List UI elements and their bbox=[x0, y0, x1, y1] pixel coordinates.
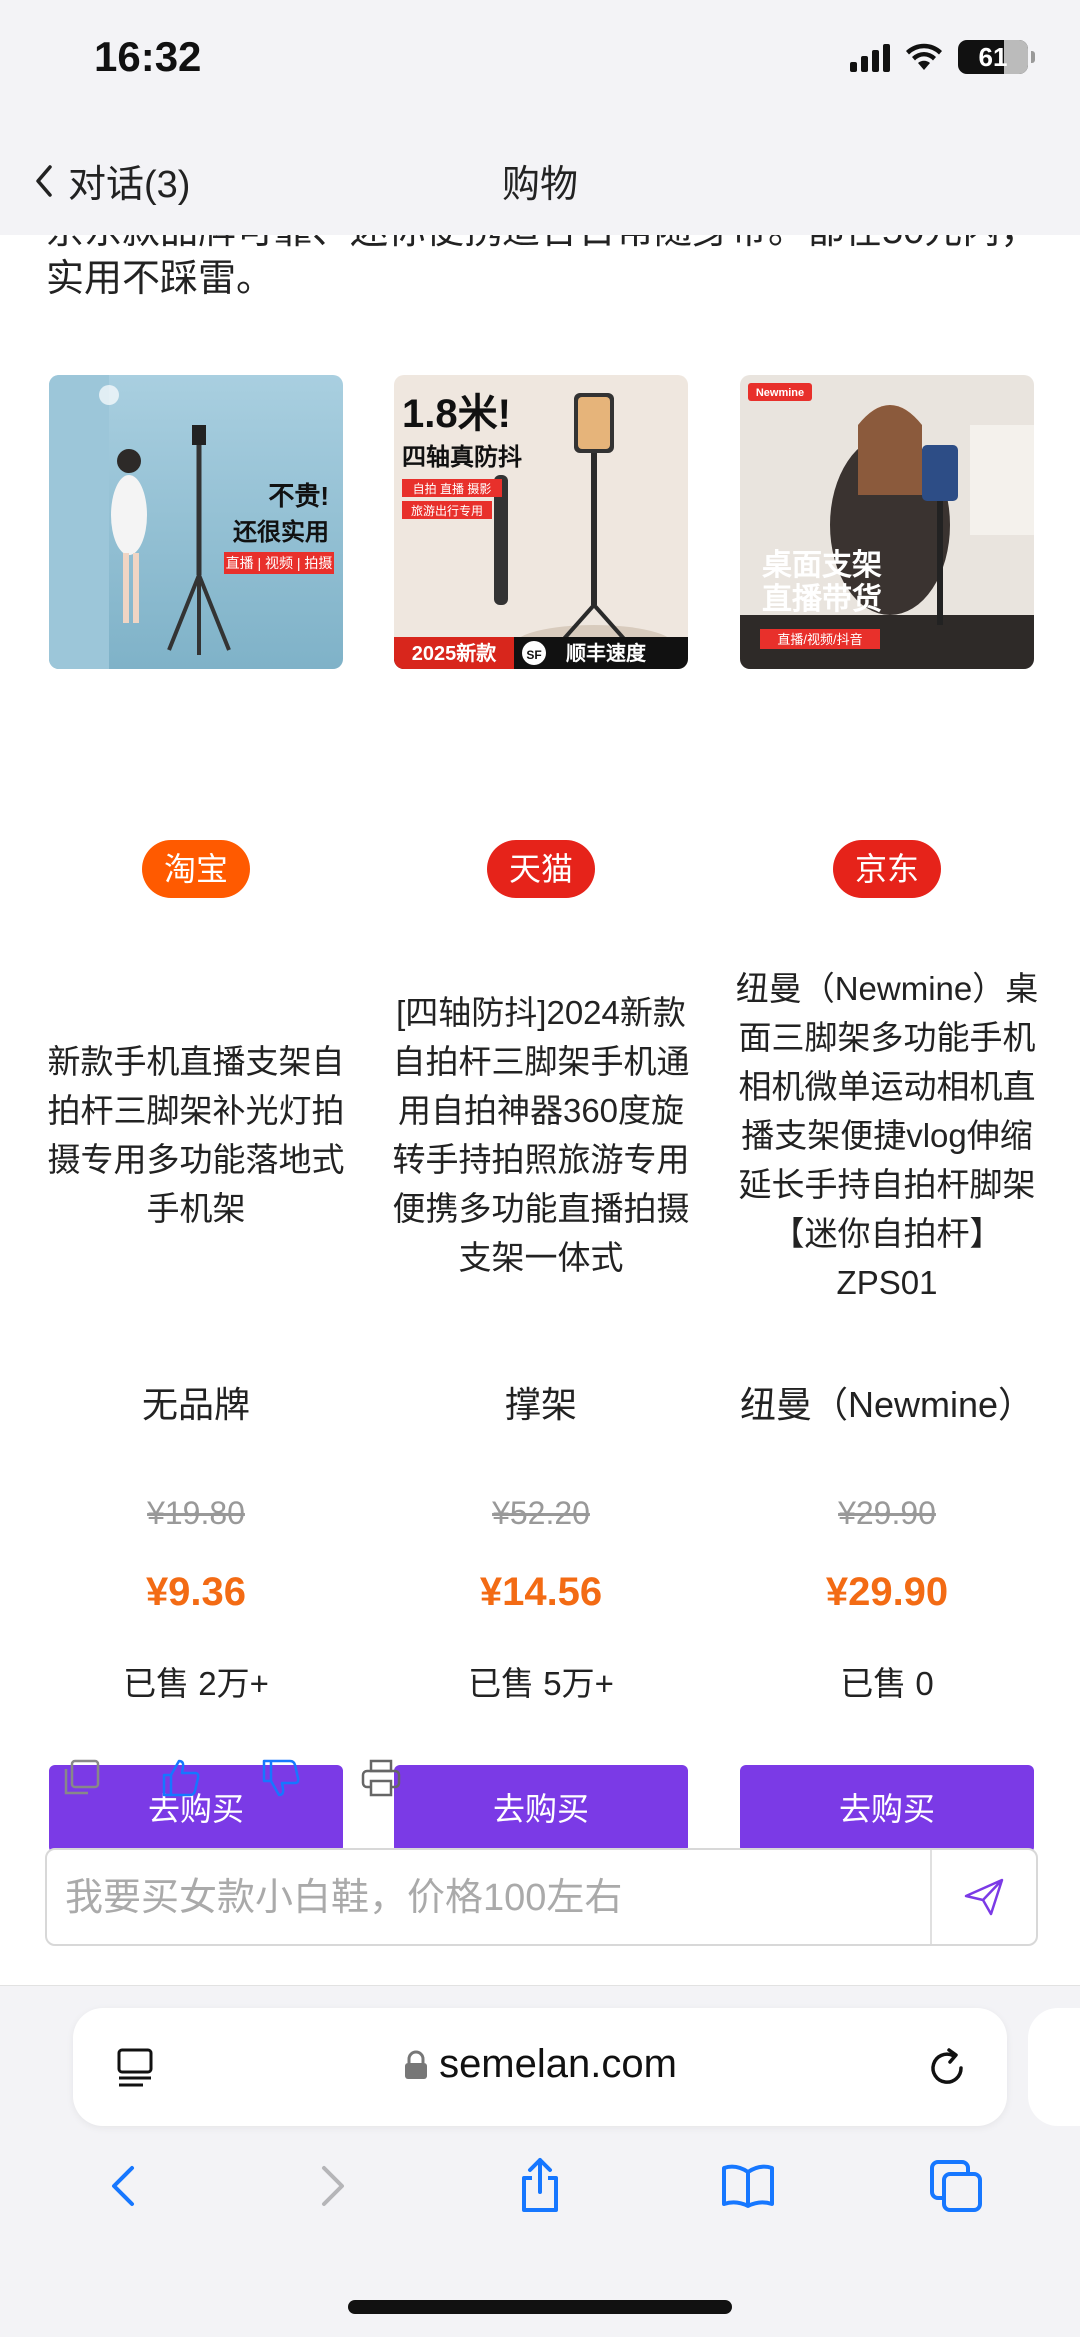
url-domain: semelan.com bbox=[439, 2042, 677, 2086]
platform-badge: 京东 bbox=[832, 840, 942, 898]
sale-price: ¥9.36 bbox=[145, 1570, 247, 1614]
image-caption: 直播带货 bbox=[762, 582, 882, 616]
chat-content[interactable]: 京东款品牌可靠、迷你便携适合日常随身带。都在50元内，实用不踩雷。 不贵! 还很… bbox=[0, 235, 1080, 1985]
thumbs-up-icon[interactable] bbox=[158, 1755, 204, 1801]
home-indicator bbox=[348, 2300, 732, 2314]
send-button[interactable] bbox=[930, 1850, 1036, 1944]
product-image[interactable]: Newmine 桌面支架 直播带货 直播/视频/抖音 bbox=[740, 375, 1034, 669]
next-tab-preview[interactable] bbox=[1028, 2008, 1080, 2126]
product-title[interactable]: [四轴防抖]2024新款自拍杆三脚架手机通用自拍神器360度旋转手持拍照旅游专用… bbox=[384, 945, 698, 1325]
image-caption: SF bbox=[526, 648, 541, 662]
product-image[interactable]: 不贵! 还很实用 直播 | 视频 | 拍摄 bbox=[49, 375, 343, 669]
tabs-icon[interactable] bbox=[926, 2156, 986, 2216]
reload-icon[interactable] bbox=[923, 2044, 971, 2092]
back-label: 对话(3) bbox=[68, 164, 191, 206]
wifi-icon bbox=[906, 43, 942, 70]
original-price: ¥29.90 bbox=[838, 1495, 936, 1531]
product-card: 1.8米! 四轴真防抖 自拍 直播 摄影 旅游出行专用 2025新款 SF 顺丰… bbox=[393, 375, 690, 1853]
status-icons: 61 bbox=[850, 40, 1035, 74]
original-price: ¥19.80 bbox=[147, 1495, 245, 1531]
image-caption: 1.8米! bbox=[402, 392, 511, 436]
image-caption: 直播/视频/抖音 bbox=[777, 632, 862, 647]
chat-input-box bbox=[45, 1848, 1038, 1946]
copy-icon[interactable] bbox=[58, 1755, 104, 1801]
product-brand: 纽曼（Newmine） bbox=[739, 1384, 1035, 1425]
original-price: ¥52.20 bbox=[492, 1495, 590, 1531]
image-caption: 桌面支架 bbox=[762, 549, 882, 582]
sold-count: 已售 0 bbox=[840, 1665, 934, 1702]
image-caption: 还很实用 bbox=[233, 518, 329, 546]
message-actions bbox=[58, 1755, 404, 1801]
product-title[interactable]: 新款手机直播支架自拍杆三脚架补光灯拍摄专用多功能落地式手机架 bbox=[39, 945, 353, 1325]
send-icon bbox=[964, 1878, 1004, 1916]
image-caption: 不贵! bbox=[268, 481, 329, 511]
lock-icon bbox=[405, 2050, 428, 2079]
share-icon[interactable] bbox=[510, 2156, 570, 2216]
platform-badge: 淘宝 bbox=[141, 840, 251, 898]
buy-button[interactable]: 去购买 bbox=[740, 1765, 1034, 1853]
product-card: 不贵! 还很实用 直播 | 视频 | 拍摄 淘宝 新款手机直播支架自拍杆三脚架补… bbox=[48, 375, 345, 1853]
battery-level: 61 bbox=[978, 42, 1008, 72]
chat-input[interactable] bbox=[65, 1868, 945, 1928]
product-brand: 撑架 bbox=[504, 1384, 577, 1425]
image-caption: Newmine bbox=[756, 387, 804, 399]
thumbs-down-icon[interactable] bbox=[258, 1755, 304, 1801]
image-caption: 直播 | 视频 | 拍摄 bbox=[226, 555, 333, 571]
browser-chrome: semelan.com bbox=[0, 1985, 1080, 2337]
sold-count: 已售 5万+ bbox=[468, 1665, 614, 1702]
product-title[interactable]: 纽曼（Newmine）桌面三脚架多功能手机相机微单运动相机直播支架便捷vlog伸… bbox=[730, 945, 1044, 1325]
status-time: 16:32 bbox=[94, 33, 202, 80]
product-image[interactable]: 1.8米! 四轴真防抖 自拍 直播 摄影 旅游出行专用 2025新款 SF 顺丰… bbox=[394, 375, 688, 669]
cellular-signal-icon bbox=[850, 42, 890, 72]
print-icon[interactable] bbox=[358, 1755, 404, 1801]
platform-badge: 天猫 bbox=[486, 840, 596, 898]
sold-count: 已售 2万+ bbox=[123, 1665, 269, 1702]
back-button[interactable]: 对话(3) bbox=[30, 153, 190, 208]
sale-price: ¥14.56 bbox=[479, 1570, 603, 1614]
chevron-left-icon bbox=[36, 164, 52, 197]
product-brand: 无品牌 bbox=[141, 1384, 250, 1425]
buy-button[interactable]: 去购买 bbox=[394, 1765, 688, 1853]
status-bar: 16:32 61 bbox=[0, 0, 1080, 125]
address-bar[interactable]: semelan.com bbox=[73, 2008, 1007, 2126]
browser-toolbar bbox=[0, 2156, 1080, 2216]
intro-text: 京东款品牌可靠、迷你便携适合日常随身带。都在50元内，实用不踩雷。 bbox=[46, 235, 1038, 300]
product-card: Newmine 桌面支架 直播带货 直播/视频/抖音 京东 纽曼（Newmine… bbox=[736, 375, 1038, 1853]
bookmarks-icon[interactable] bbox=[718, 2156, 778, 2216]
forward-icon[interactable] bbox=[302, 2156, 362, 2216]
image-caption: 四轴真防抖 bbox=[402, 443, 522, 471]
nav-header: 对话(3) 购物 bbox=[0, 125, 1080, 235]
image-caption: 自拍 直播 摄影 bbox=[413, 481, 492, 496]
battery-icon: 61 bbox=[958, 40, 1035, 74]
image-caption: 旅游出行专用 bbox=[411, 503, 483, 518]
image-caption: 顺丰速度 bbox=[566, 641, 647, 665]
back-icon[interactable] bbox=[94, 2156, 154, 2216]
sale-price: ¥29.90 bbox=[825, 1570, 949, 1614]
url-display[interactable]: semelan.com bbox=[73, 2042, 1007, 2087]
image-caption: 2025新款 bbox=[412, 641, 497, 665]
